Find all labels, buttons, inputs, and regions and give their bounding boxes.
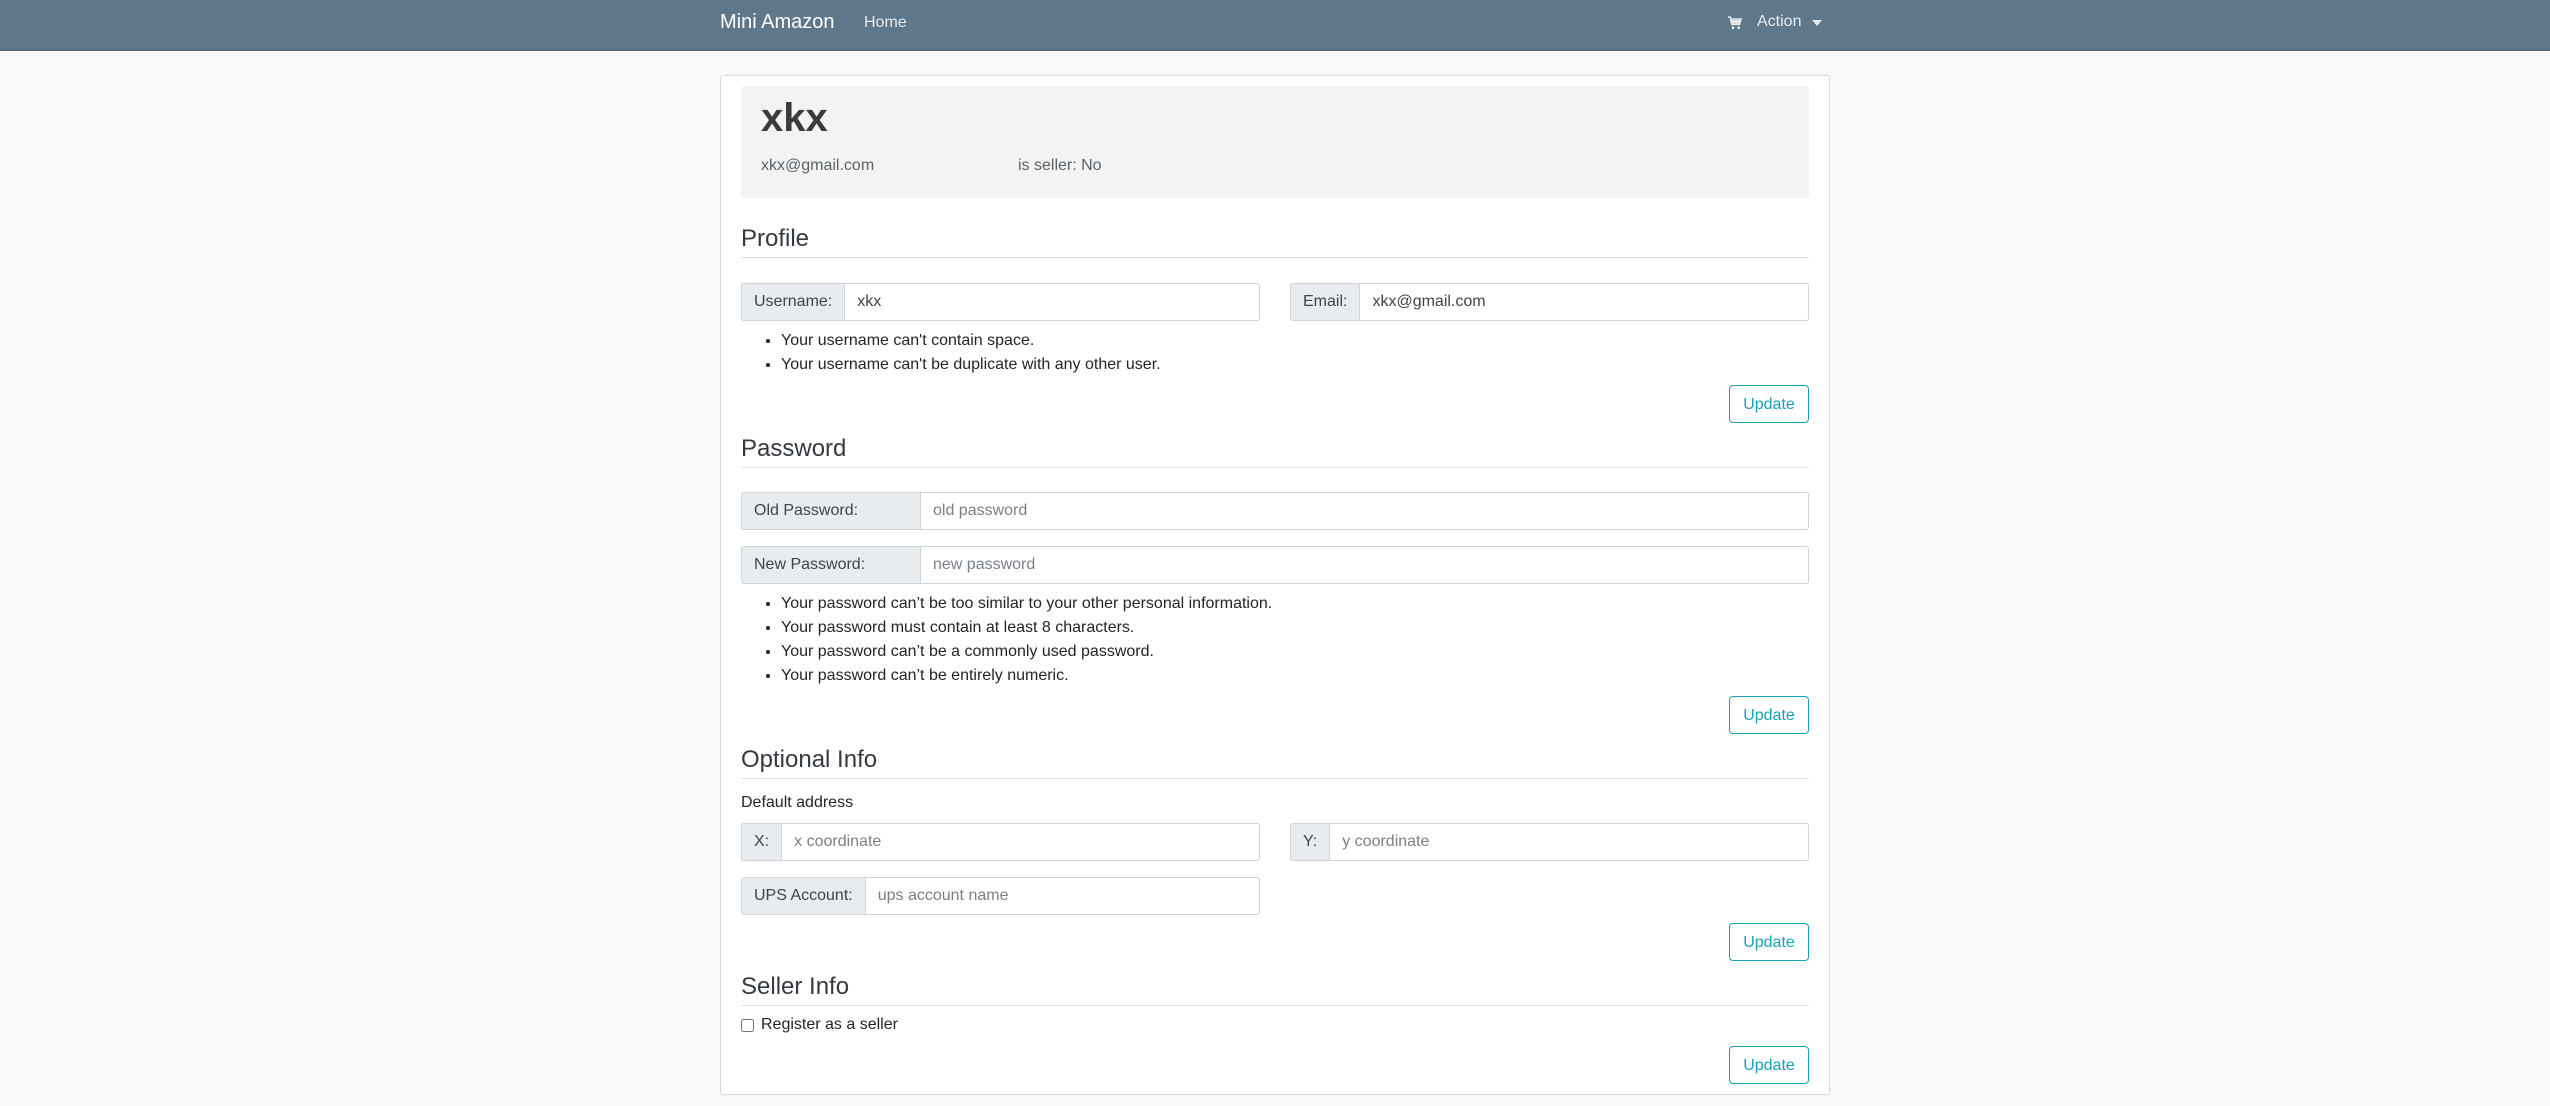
divider [741,778,1809,779]
optional-section-title: Optional Info [741,746,878,773]
username-hints: Your username can't contain space. Your … [741,329,1161,377]
ups-account-field[interactable] [864,877,1260,915]
new-password-group: New Password: [741,546,1809,584]
y-coordinate-group: Y: [1290,823,1809,861]
list-item: Your username can't be duplicate with an… [781,353,1161,377]
old-password-field[interactable] [920,492,1809,530]
navbar: Mini Amazon Home Action [0,0,2550,51]
list-item: Your password can’t be entirely numeric. [781,664,1272,688]
profile-section-title: Profile [741,225,810,252]
update-profile-button[interactable]: Update [1729,385,1809,423]
default-address-label: Default address [741,794,854,811]
y-label: Y: [1290,823,1330,861]
old-password-group: Old Password: [741,492,1809,530]
x-coordinate-group: X: [741,823,1260,861]
cart-icon[interactable] [1727,15,1743,31]
list-item: Your username can't contain space. [781,329,1161,353]
register-seller-label[interactable]: Register as a seller [761,1016,898,1034]
nav-home-link[interactable]: Home [864,14,907,32]
list-item: Your password must contain at least 8 ch… [781,616,1272,640]
action-dropdown[interactable]: Action [1757,13,1801,31]
profile-card [720,75,1830,1095]
username-field[interactable] [844,283,1260,321]
divider [741,1005,1809,1006]
email-field[interactable] [1359,283,1809,321]
username-group: Username: [741,283,1260,321]
old-password-label: Old Password: [741,492,920,530]
new-password-field[interactable] [920,546,1809,584]
x-label: X: [741,823,782,861]
user-name: xkx [761,96,828,140]
update-seller-button[interactable]: Update [1729,1046,1809,1084]
x-coordinate-field[interactable] [781,823,1260,861]
username-label: Username: [741,283,845,321]
divider [741,257,1809,258]
password-section-title: Password [741,435,847,462]
y-coordinate-field[interactable] [1329,823,1809,861]
ups-account-label: UPS Account: [741,877,865,915]
new-password-label: New Password: [741,546,920,584]
email-label: Email: [1290,283,1360,321]
seller-status: is seller: No [1018,157,1102,174]
password-hints: Your password can’t be too similar to yo… [741,592,1272,688]
user-email: xkx@gmail.com [761,157,875,174]
divider [741,467,1809,468]
update-optional-button[interactable]: Update [1729,923,1809,961]
seller-section-title: Seller Info [741,973,850,1000]
email-group: Email: [1290,283,1809,321]
update-password-button[interactable]: Update [1729,696,1809,734]
chevron-down-icon[interactable] [1812,20,1822,26]
list-item: Your password can’t be too similar to yo… [781,592,1272,616]
list-item: Your password can’t be a commonly used p… [781,640,1272,664]
user-header [741,86,1809,198]
register-seller-checkbox[interactable] [741,1019,754,1032]
ups-account-group: UPS Account: [741,877,1260,915]
brand-link[interactable]: Mini Amazon [720,11,835,34]
